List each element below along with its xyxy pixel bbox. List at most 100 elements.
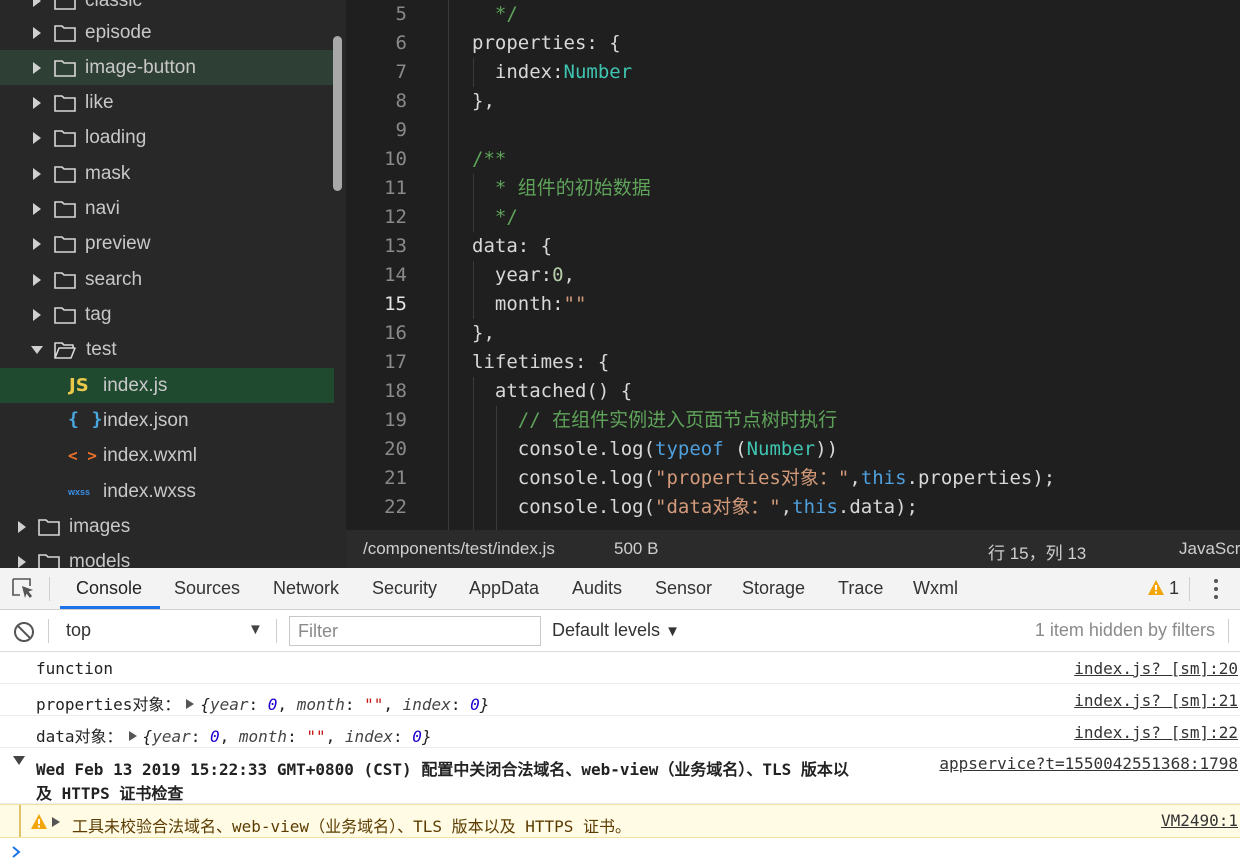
language-mode[interactable]: JavaScript: [1179, 539, 1240, 559]
message-text: function: [36, 659, 114, 678]
line-number: 19: [384, 409, 407, 431]
code-line: console.log("properties对象：",this.propert…: [472, 467, 1056, 489]
tab-sources[interactable]: Sources: [174, 578, 240, 599]
folder-icon: [54, 0, 76, 10]
line-number: 10: [384, 148, 407, 170]
tree-item-label: image-button: [85, 56, 196, 78]
message-source-link[interactable]: VM2490:1: [1161, 811, 1238, 830]
code-line: */: [472, 206, 518, 228]
file-path: /components/test/index.js: [363, 539, 555, 558]
clear-console-icon[interactable]: [13, 621, 35, 643]
chevron-right-icon: [18, 520, 26, 533]
line-number: 16: [384, 322, 407, 344]
tab-wxml[interactable]: Wxml: [913, 578, 958, 599]
code-line: console.log("data对象：",this.data);: [472, 496, 918, 518]
inspect-element-icon[interactable]: [12, 578, 36, 600]
message-label: properties对象：: [36, 695, 181, 714]
tree-item-like[interactable]: like: [0, 85, 334, 120]
tree-item-label: index.json: [103, 409, 189, 431]
tree-item-label: search: [85, 268, 143, 290]
message-source-link[interactable]: index.js? [sm]:22: [1074, 723, 1238, 742]
warning-icon[interactable]: [1147, 579, 1165, 596]
line-number: 9: [395, 119, 407, 141]
tree-item-label: index.js: [103, 374, 168, 396]
chevron-right-icon: [18, 555, 26, 568]
filter-input[interactable]: [289, 616, 541, 646]
console-group-message[interactable]: Wed Feb 13 2019 15:22:33 GMT+0800 (CST) …: [0, 748, 1240, 804]
code-line: console.log(typeof (Number)): [472, 438, 839, 460]
chevron-right-icon: [33, 202, 41, 215]
message-source-link[interactable]: appservice?t=1550042551368:1798: [939, 754, 1238, 773]
warning-count[interactable]: 1: [1169, 578, 1179, 599]
folder-icon: [38, 554, 60, 568]
chevron-down-icon: [31, 345, 43, 354]
tree-item-navi[interactable]: navi: [0, 191, 334, 226]
tree-item-label: models: [69, 550, 131, 569]
chevron-right-icon: [33, 26, 41, 39]
divider: [49, 577, 50, 601]
tab-storage[interactable]: Storage: [742, 578, 805, 599]
tree-item-preview[interactable]: preview: [0, 226, 334, 261]
tree-item-models[interactable]: models: [0, 544, 334, 568]
console-prompt-icon[interactable]: [10, 845, 22, 859]
tab-appdata[interactable]: AppData: [469, 578, 539, 599]
expand-object-icon[interactable]: [186, 699, 195, 709]
tree-item-episode[interactable]: episode: [0, 15, 334, 50]
tab-network[interactable]: Network: [273, 578, 339, 599]
hidden-items-note: 1 item hidden by filters: [1034, 620, 1215, 640]
tab-sensor[interactable]: Sensor: [655, 578, 712, 599]
tree-item-label: episode: [85, 21, 152, 43]
expand-object-icon[interactable]: [128, 731, 137, 741]
warning-icon: [31, 814, 47, 829]
code-editor[interactable]: 5 6 7 8 9 10 11 12 13 14 15 16 17 18 19 …: [346, 0, 1240, 530]
more-options-icon[interactable]: [1212, 578, 1220, 600]
tree-item-test[interactable]: test: [0, 332, 334, 367]
chevron-right-icon: [33, 237, 41, 250]
code-line: * 组件的初始数据: [472, 177, 651, 199]
code-line: month:"": [472, 293, 587, 315]
tree-item-image-button[interactable]: image-button: [0, 50, 334, 85]
tree-item-search[interactable]: search: [0, 262, 334, 297]
tab-trace[interactable]: Trace: [838, 578, 883, 599]
line-number: 13: [384, 235, 407, 257]
code-line: /**: [472, 148, 507, 170]
message-text: data对象： {year: 0, month: "", index: 0}: [36, 727, 432, 746]
tree-item-index-wxss[interactable]: wxss index.wxss: [0, 474, 334, 509]
code-line: attached() {: [472, 380, 633, 402]
console-message: properties对象： {year: 0, month: "", index:…: [0, 684, 1240, 716]
tree-item-label: navi: [85, 197, 120, 219]
tree-item-index-js[interactable]: JS index.js: [0, 368, 334, 403]
code-line: lifetimes: {: [472, 351, 610, 373]
tree-item-index-json[interactable]: { } index.json: [0, 403, 334, 438]
folder-icon: [54, 236, 76, 253]
message-source-link[interactable]: index.js? [sm]:20: [1074, 659, 1238, 678]
tab-audits[interactable]: Audits: [572, 578, 622, 599]
tree-item-loading[interactable]: loading: [0, 120, 334, 155]
log-levels-label: Default levels: [552, 620, 661, 640]
dropdown-arrow-icon[interactable]: ▼: [248, 621, 263, 638]
code-line: */: [472, 3, 518, 25]
console-message: data对象： {year: 0, month: "", index: 0} in…: [0, 716, 1240, 748]
devtools-tabbar: Console Sources Network Security AppData…: [0, 568, 1240, 610]
message-text: 及 HTTPS 证书检查: [36, 784, 184, 803]
line-number: 11: [384, 177, 407, 199]
dropdown-arrow-icon: ▼: [665, 623, 680, 640]
code-line: },: [472, 322, 495, 344]
tab-security[interactable]: Security: [372, 578, 437, 599]
tree-item-tag[interactable]: tag: [0, 297, 334, 332]
expand-warning-icon[interactable]: [52, 817, 60, 827]
tree-item-index-wxml[interactable]: < > index.wxml: [0, 438, 334, 473]
context-select[interactable]: top: [66, 620, 91, 641]
folder-icon: [54, 166, 76, 183]
tab-console[interactable]: Console: [76, 578, 142, 599]
tree-item-mask[interactable]: mask: [0, 156, 334, 191]
tree-item-images[interactable]: images: [0, 509, 334, 544]
collapse-group-icon[interactable]: [13, 756, 25, 765]
cursor-position[interactable]: 行 15，列 13: [988, 539, 1086, 564]
json-file-icon: { }: [68, 409, 104, 430]
group-indent-bar: [19, 805, 21, 837]
message-source-link[interactable]: index.js? [sm]:21: [1074, 691, 1238, 710]
log-levels-dropdown[interactable]: Default levels ▼: [552, 620, 680, 641]
tree-scrollbar[interactable]: [333, 36, 342, 191]
tree-item-label: tag: [85, 303, 112, 325]
